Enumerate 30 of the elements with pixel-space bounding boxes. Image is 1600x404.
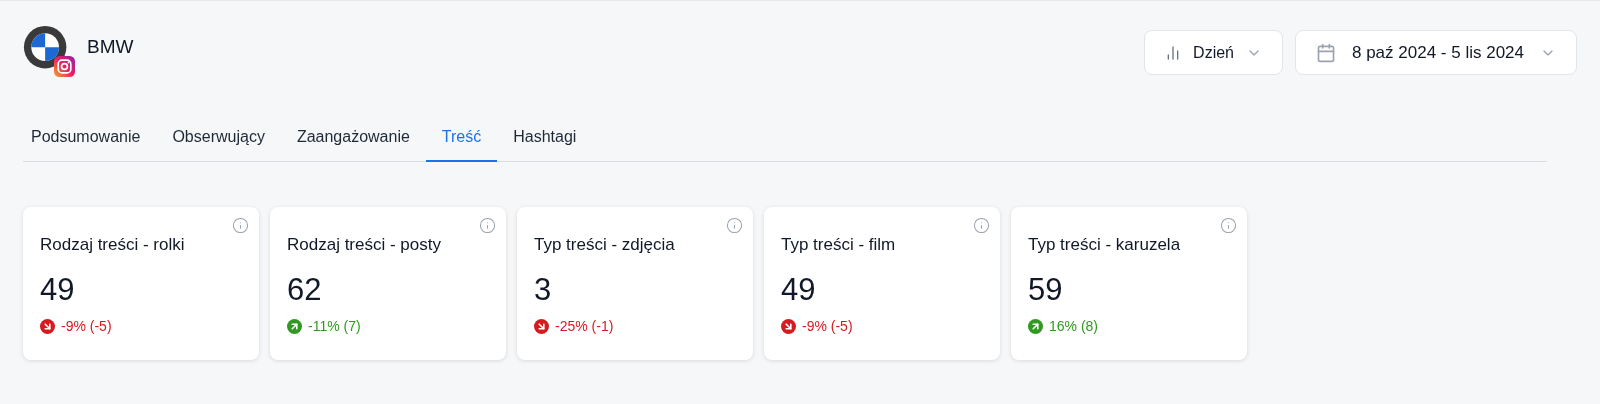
tab[interactable]: Treść [425,121,498,162]
metric-value: 3 [534,270,553,309]
metric-value: 49 [781,270,817,309]
tab[interactable]: Podsumowanie [23,121,157,162]
card-title: Rodzaj treści - posty [287,234,442,256]
interval-dropdown[interactable]: Dzień [1144,30,1283,75]
metric-value: 59 [1028,270,1064,309]
info-icon[interactable] [973,217,990,234]
info-icon[interactable] [479,217,496,234]
tab[interactable]: Obserwujący [156,121,281,162]
change-text: 16% (8) [1049,316,1099,336]
brand-logo-icon [23,25,75,77]
change-text: -25% (-1) [555,316,614,336]
change-text: -9% (-5) [61,316,112,336]
card-title: Typ treści - karuzela [1028,234,1182,256]
profile-name: BMW [87,34,134,59]
info-icon[interactable] [1220,217,1237,234]
calendar-icon [1316,42,1336,63]
change-text: -9% (-5) [802,316,853,336]
metric-value: 62 [287,270,323,309]
card-title: Rodzaj treści - rolki [40,234,186,256]
info-icon[interactable] [232,217,249,234]
card-title: Typ treści - zdjęcia [534,234,676,256]
change-text: -11% (7) [308,316,361,336]
tab[interactable]: Zaangażowanie [280,121,426,162]
info-icon[interactable] [726,217,743,234]
card-title: Typ treści - film [781,234,897,256]
date-range-dropdown[interactable]: 8 paź 2024 - 5 lis 2024 [1295,30,1577,75]
metric-value: 49 [40,270,76,309]
tab[interactable]: Hashtagi [497,121,593,162]
